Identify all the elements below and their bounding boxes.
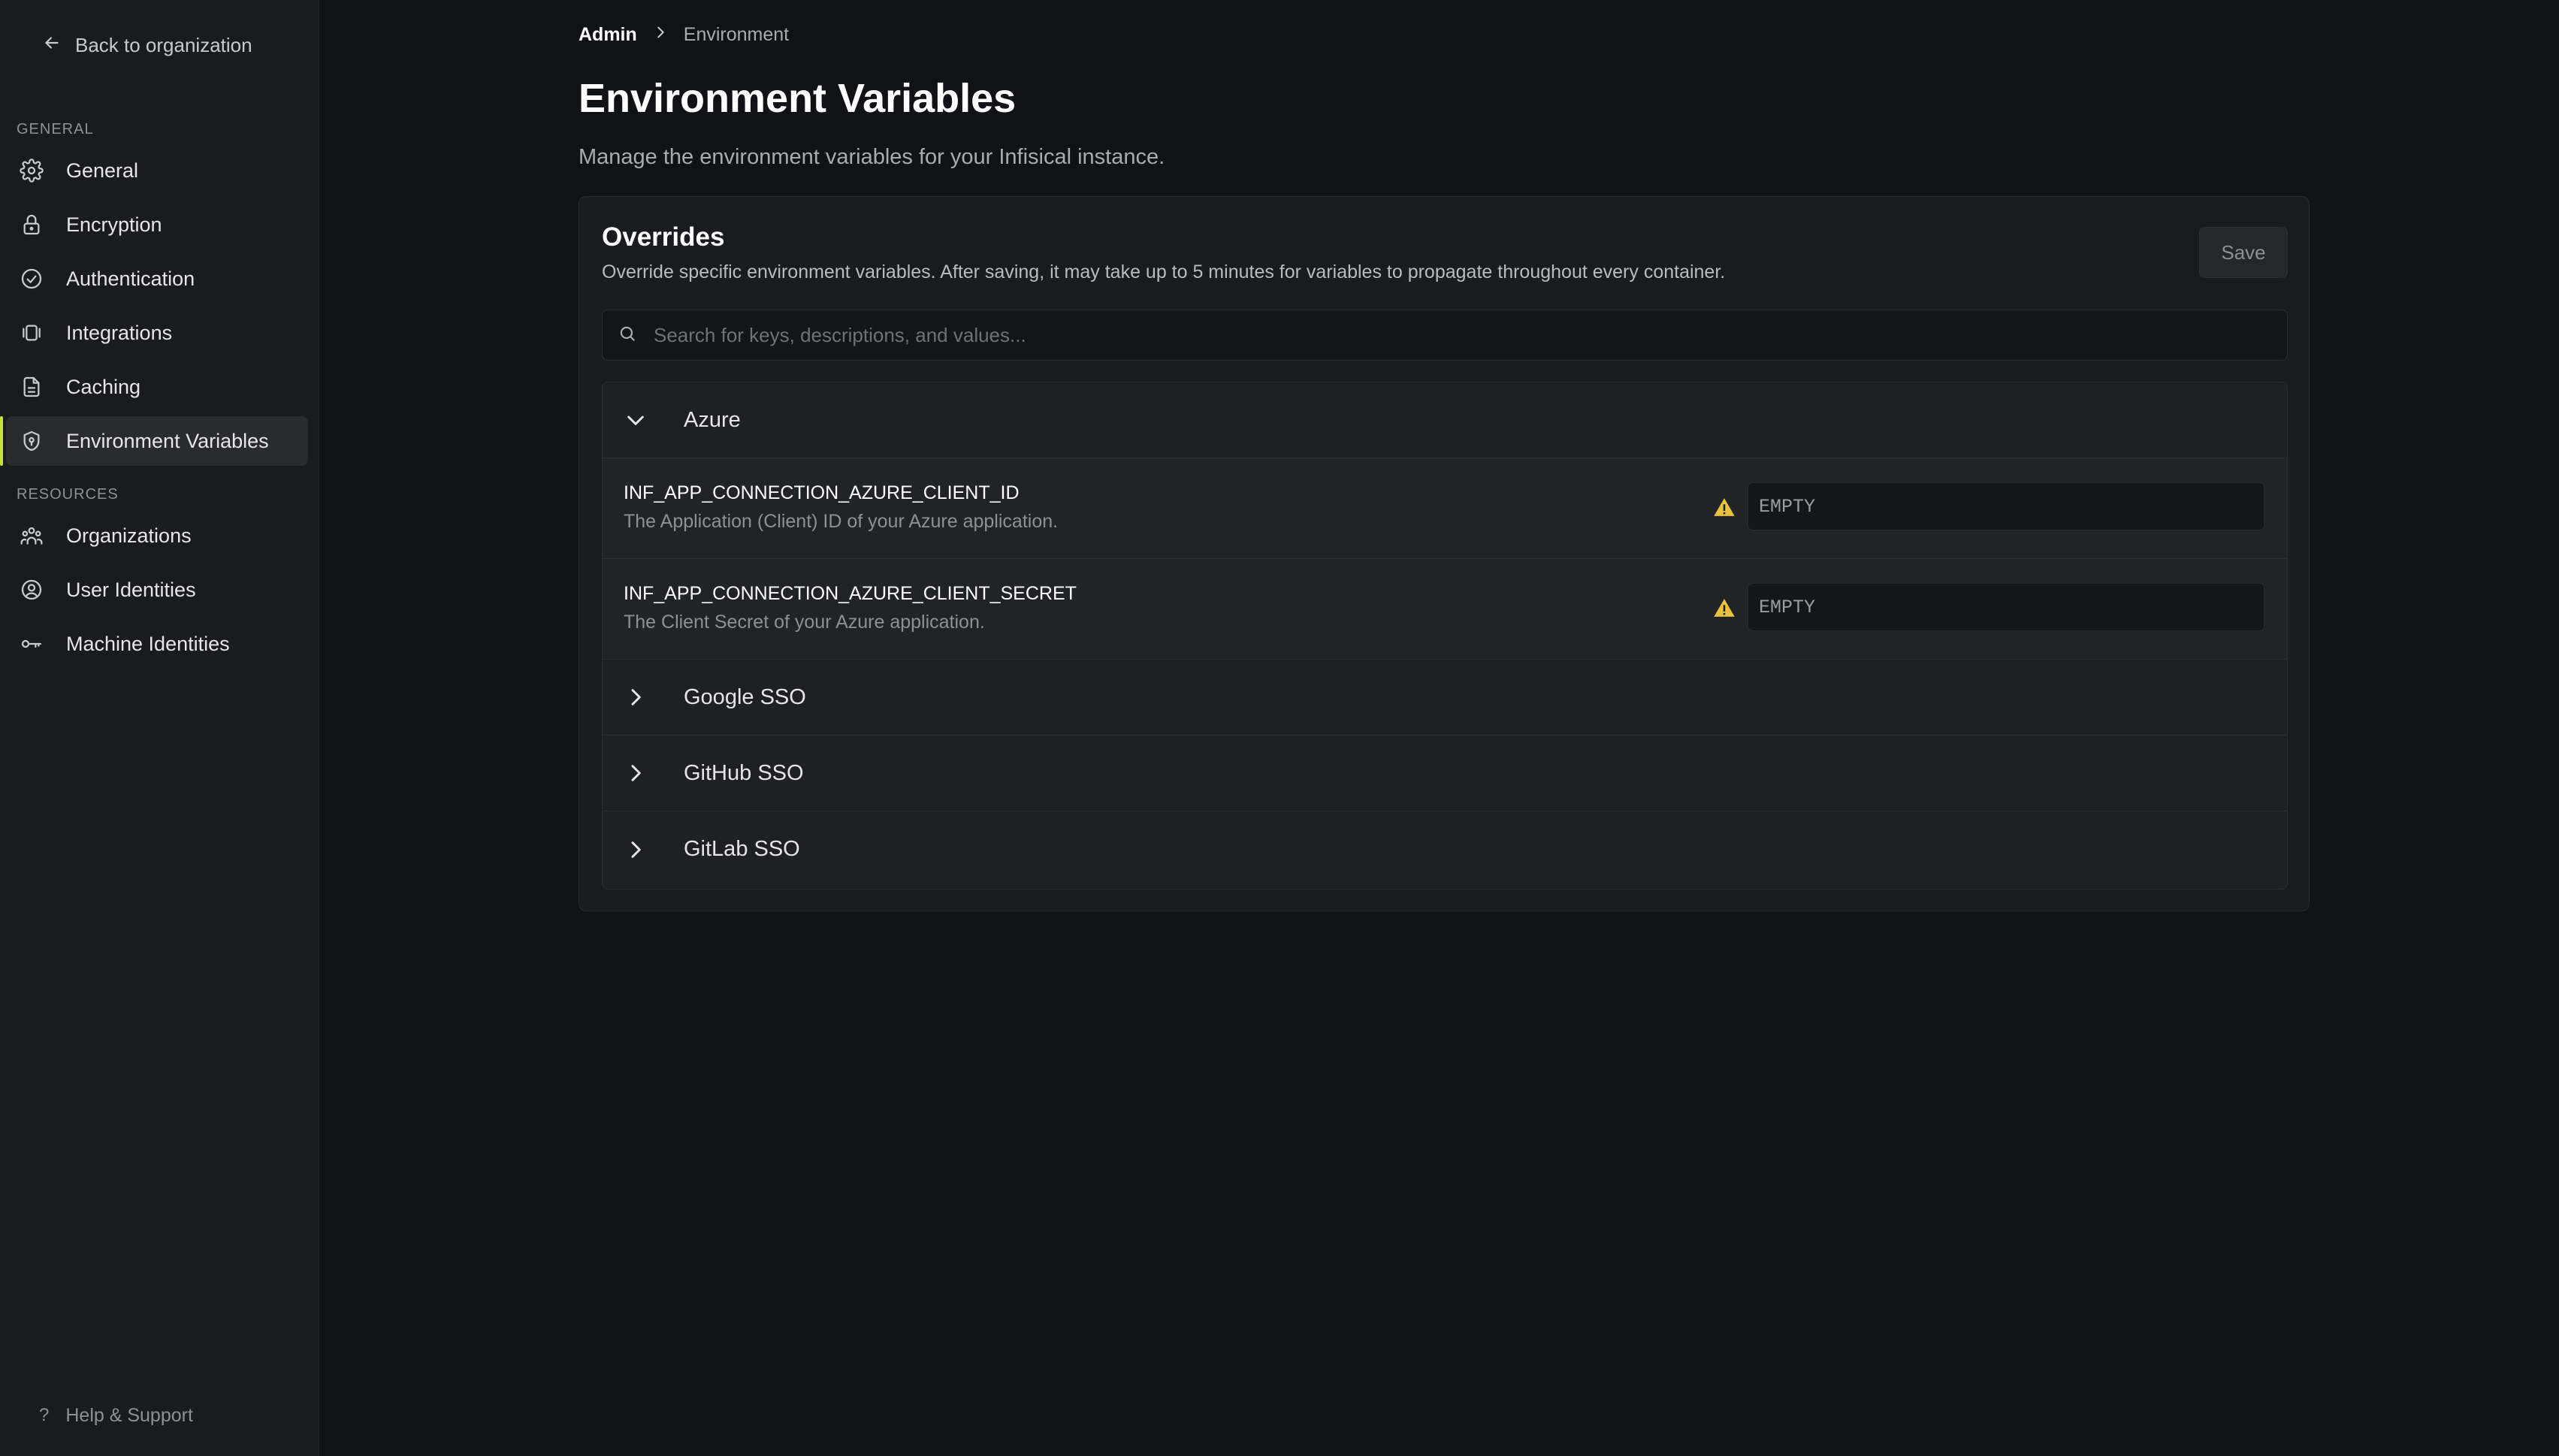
users-group-icon [18,522,45,549]
sidebar-item-label: General [66,159,139,182]
integrations-icon [18,319,45,346]
search-input[interactable] [654,323,2287,347]
breadcrumb-admin[interactable]: Admin [579,24,637,46]
overrides-description: Override specific environment variables.… [602,261,1726,282]
sidebar-item-caching[interactable]: Caching [6,362,308,412]
overrides-title: Overrides [602,222,725,252]
sidebar-item-general[interactable]: General [6,146,308,195]
sidebar: Back to organization GENERAL General Enc… [0,0,319,1456]
sidebar-item-label: User Identities [66,578,196,601]
variable-value-input[interactable] [1748,482,2264,530]
help-label: Help & Support [65,1404,193,1426]
sidebar-item-label: Caching [66,375,141,398]
variable-row: INF_APP_CONNECTION_AZURE_CLIENT_SECRET T… [603,559,2287,660]
group-name: Google SSO [684,684,806,709]
sidebar-item-organizations[interactable]: Organizations [6,511,308,560]
section-label-resources: RESOURCES [17,486,119,503]
back-to-organization-link[interactable]: Back to organization [42,29,252,62]
sidebar-item-label: Authentication [66,267,195,290]
check-circle-icon [18,265,45,292]
variable-description: The Client Secret of your Azure applicat… [624,612,985,633]
chevron-down-icon [624,408,648,432]
sidebar-item-label: Machine Identities [66,632,230,655]
group-name: GitHub SSO [684,760,804,785]
page-title: Environment Variables [579,76,1017,121]
variable-key: INF_APP_CONNECTION_AZURE_CLIENT_ID [624,482,1020,503]
sidebar-item-encryption[interactable]: Encryption [6,200,308,249]
group-name: GitLab SSO [684,837,800,861]
sidebar-item-label: Encryption [66,213,162,236]
group-header-azure[interactable]: Azure [603,382,2287,458]
search-icon [603,324,654,347]
sidebar-item-label: Integrations [66,321,173,344]
overrides-card: Overrides Override specific environment … [579,196,2310,911]
back-label: Back to organization [75,33,252,56]
document-icon [18,373,45,400]
help-support-link[interactable]: ? Help & Support [39,1400,193,1430]
sidebar-item-environment-variables[interactable]: Environment Variables [6,416,308,466]
group-name: Azure [684,407,741,432]
sidebar-item-machine-identities[interactable]: Machine Identities [6,619,308,669]
user-circle-icon [18,576,45,603]
warning-icon [1713,597,1736,619]
group-header-gitlab-sso[interactable]: GitLab SSO [603,811,2287,887]
page-subtitle: Manage the environment variables for you… [579,145,1165,169]
chevron-right-icon [624,685,648,709]
shield-lock-icon [18,427,45,455]
chevron-right-icon [624,761,648,785]
question-mark-icon: ? [39,1405,50,1425]
group-header-google-sso[interactable]: Google SSO [603,660,2287,736]
sidebar-item-authentication[interactable]: Authentication [6,254,308,304]
admin-app: Back to organization GENERAL General Enc… [0,0,2559,1456]
variable-key: INF_APP_CONNECTION_AZURE_CLIENT_SECRET [624,583,1077,604]
active-indicator [0,416,3,466]
variable-value-input[interactable] [1748,583,2264,631]
warning-icon [1713,496,1736,518]
variable-row: INF_APP_CONNECTION_AZURE_CLIENT_ID The A… [603,458,2287,559]
sidebar-item-label: Environment Variables [66,429,269,452]
section-label-general: GENERAL [17,121,94,137]
sidebar-item-integrations[interactable]: Integrations [6,308,308,358]
sidebar-item-label: Organizations [66,524,192,547]
breadcrumb-current: Environment [683,23,790,45]
save-button[interactable]: Save [2199,227,2288,278]
chevron-right-icon [624,838,648,862]
chevron-right-icon [652,24,669,46]
lock-icon [18,211,45,238]
key-icon [18,630,45,657]
gear-icon [18,157,45,184]
breadcrumb: Admin Environment [579,21,789,48]
variable-description: The Application (Client) ID of your Azur… [624,511,1059,532]
sidebar-item-user-identities[interactable]: User Identities [6,565,308,615]
arrow-left-icon [42,33,62,58]
group-header-github-sso[interactable]: GitHub SSO [603,736,2287,811]
search-bar [602,310,2288,361]
variable-groups: Azure INF_APP_CONNECTION_AZURE_CLIENT_ID… [602,382,2288,890]
